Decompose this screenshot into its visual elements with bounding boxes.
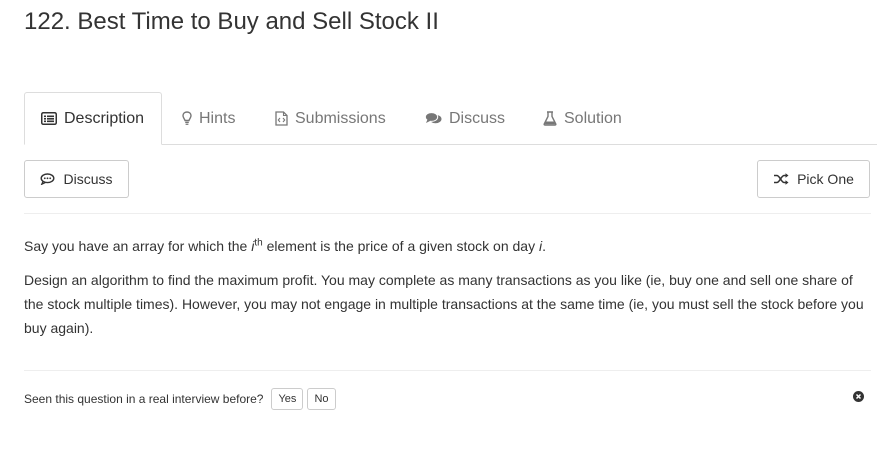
tab-submissions-label: Submissions — [295, 109, 386, 127]
tab-hints[interactable]: Hints — [182, 92, 235, 145]
tab-hints-label: Hints — [199, 109, 236, 127]
interview-feedback: Seen this question in a real interview b… — [24, 387, 336, 411]
description-paragraph: Design an algorithm to find the maximum … — [24, 272, 864, 336]
tab-solution[interactable]: Solution — [543, 92, 622, 145]
shuffle-icon — [773, 173, 789, 185]
divider — [24, 370, 871, 371]
tab-description[interactable]: Description — [24, 92, 162, 145]
yes-button[interactable]: Yes — [271, 388, 304, 410]
close-icon[interactable] — [853, 391, 864, 402]
pick-one-button-label: Pick One — [797, 171, 854, 187]
tab-bar: Description Hints Submissions Discuss So… — [24, 92, 877, 145]
tab-solution-label: Solution — [564, 109, 622, 127]
page-title: 122. Best Time to Buy and Sell Stock II — [24, 8, 439, 35]
divider — [24, 213, 871, 214]
no-button[interactable]: No — [307, 388, 336, 410]
list-icon — [41, 112, 57, 125]
comment-icon — [40, 173, 55, 185]
tab-description-label: Description — [64, 109, 145, 127]
flask-icon — [543, 111, 557, 126]
description-paragraph: Say you have an array for which the ith … — [24, 237, 546, 254]
lightbulb-icon — [182, 111, 192, 126]
tab-discuss[interactable]: Discuss — [425, 92, 505, 145]
tab-discuss-label: Discuss — [449, 109, 506, 127]
pick-one-button[interactable]: Pick One — [757, 160, 870, 198]
feedback-question: Seen this question in a real interview b… — [24, 392, 264, 406]
discuss-button-label: Discuss — [63, 171, 113, 187]
tab-submissions[interactable]: Submissions — [275, 92, 386, 145]
code-file-icon — [275, 111, 288, 126]
comments-icon — [425, 111, 442, 126]
discuss-button[interactable]: Discuss — [24, 160, 129, 198]
